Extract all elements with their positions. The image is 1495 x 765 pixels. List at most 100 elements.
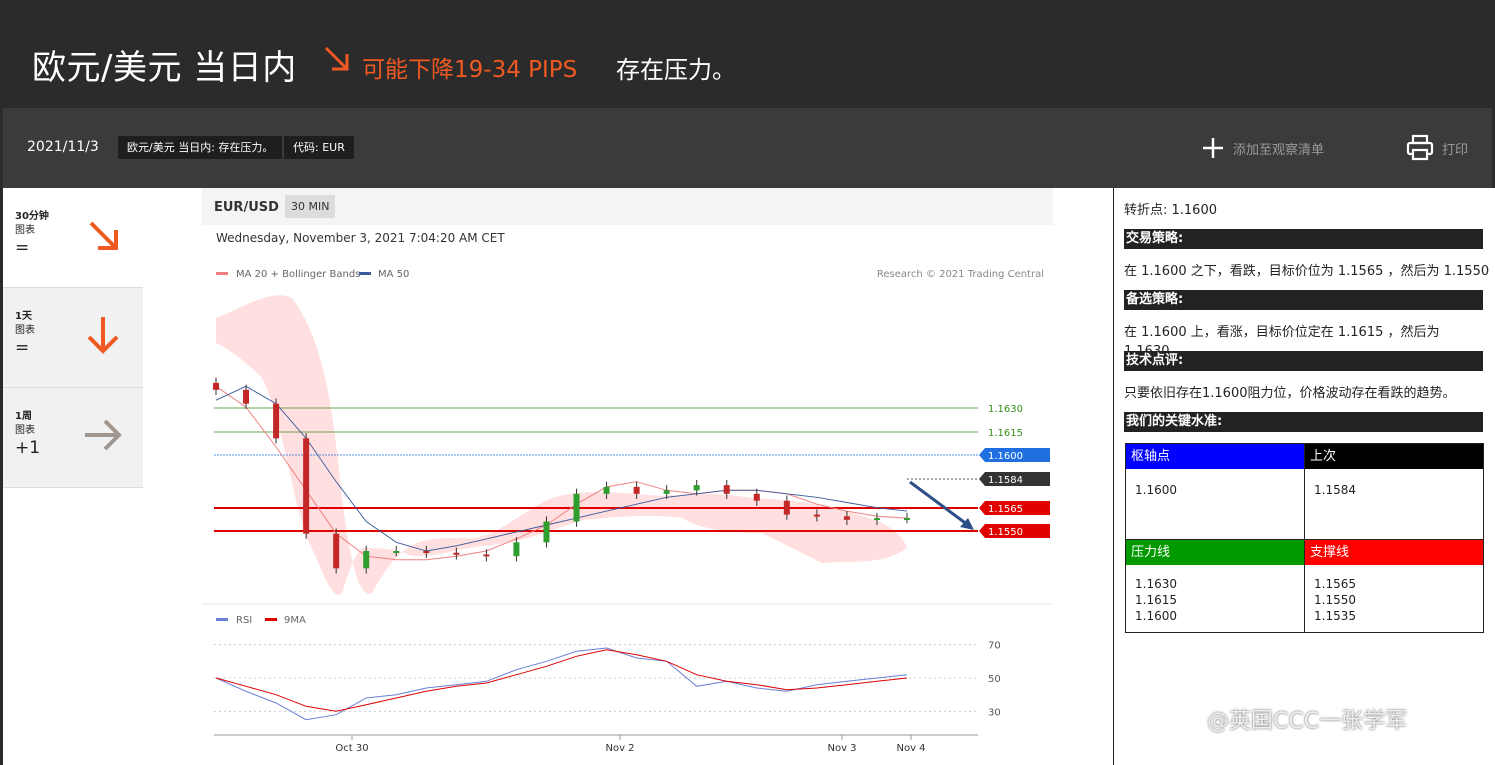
candle-body: [273, 403, 280, 439]
candle-body: [843, 516, 850, 520]
support-value: 1.1535: [1314, 609, 1356, 623]
page-header: 欧元/美元 当日内 可能下降19-34 PIPS 存在压力。: [0, 0, 1495, 108]
x-ticks: Oct 30 Nov 2 Nov 3 Nov 4: [335, 735, 926, 754]
report-date: 2021/11/3: [27, 139, 99, 155]
timeframe-sub: 图表: [15, 425, 35, 436]
watermark: @英国CCC一张学军: [1207, 709, 1408, 734]
candle-body: [783, 500, 790, 515]
timeframe-sub: 图表: [15, 325, 35, 336]
timeframe-1week[interactable]: 1周 图表 +1: [3, 388, 143, 488]
bollinger-band: [216, 295, 907, 595]
x-tick-label: Oct 30: [335, 743, 368, 754]
support-header: 支撑线: [1305, 540, 1483, 565]
add-watchlist-button[interactable]: 添加至观察清单: [1201, 136, 1324, 160]
candle-body: [513, 542, 520, 557]
arrow-down-right-icon: [89, 221, 118, 250]
chart-timeframe-badge[interactable]: 30 MIN: [285, 195, 336, 218]
level-label-1550: 1.1550: [988, 527, 1023, 538]
timeframe-panel: 30分钟 图表 = 1天 图表 = 1周 图表 +1: [3, 188, 202, 765]
timeframe-label: 1周: [15, 411, 32, 422]
candle-body: [813, 514, 820, 517]
candle-body: [904, 518, 910, 521]
resistance-value: 1.1630: [1135, 577, 1177, 591]
toolbar: 2021/11/3 欧元/美元 当日内: 存在压力。 代码: EUR 添加至观察…: [3, 108, 1492, 188]
timeframe-label: 30分钟: [15, 211, 49, 222]
candle-body: [243, 389, 250, 404]
candle-body: [693, 485, 700, 491]
tech-comment-heading: 技术点评:: [1124, 351, 1483, 371]
candle-body: [573, 493, 580, 522]
candle-body: [303, 438, 310, 534]
timeframe-30min[interactable]: 30分钟 图表 =: [3, 188, 143, 288]
analysis-panel: 转折点: 1.1600 交易策略: 在 1.1600 之下，看跌，目标价位为 1…: [1113, 188, 1495, 765]
arrow-down-right-icon: [324, 46, 349, 71]
key-levels-heading: 我们的关键水准:: [1124, 412, 1483, 432]
rsi-ma-legend: 9MA: [284, 615, 306, 626]
candle-body: [333, 533, 340, 569]
rsi-ma-legend-swatch: [265, 618, 277, 621]
support-value: 1.1565: [1314, 577, 1356, 591]
pivot-value: 1.1600: [1135, 483, 1177, 497]
rsi-tick-label: 70: [988, 641, 1001, 652]
support-value: 1.1550: [1314, 593, 1356, 607]
pivot-point-text: 转折点: 1.1600: [1124, 203, 1217, 218]
copyright-label: Research © 2021 Trading Central: [877, 269, 1044, 280]
pivot-header: 枢轴点: [1126, 444, 1304, 469]
timeframe-label: 1天: [15, 311, 32, 322]
chart-panel: EUR/USD 30 MIN Wednesday, November 3, 20…: [202, 188, 1113, 765]
candle-body: [663, 490, 670, 494]
chart-header: EUR/USD 30 MIN: [202, 188, 1053, 225]
x-tick-label: Nov 4: [896, 743, 925, 754]
timeframe-sign: =: [15, 238, 30, 258]
candle-body: [753, 493, 760, 501]
arrow-down-icon: [87, 317, 119, 354]
chart-symbol: EUR/USD: [214, 200, 279, 215]
title-tag[interactable]: 欧元/美元 当日内: 存在压力。: [118, 136, 283, 159]
timeframe-sign: =: [15, 338, 30, 358]
candle-body: [633, 486, 640, 494]
arrow-right-icon: [85, 419, 122, 451]
print-label: 打印: [1442, 142, 1469, 158]
ma50-legend-swatch: [359, 272, 371, 275]
rsi-tick-label: 50: [988, 674, 1001, 685]
resistance-value: 1.1615: [1135, 593, 1177, 607]
ma20-legend: MA 20 + Bollinger Bands: [236, 269, 360, 280]
rsi-ma-line: [215, 649, 908, 712]
rsi-grid: 30 50 70: [214, 641, 1001, 718]
candle-body: [483, 554, 490, 557]
x-tick-label: Nov 2: [605, 743, 634, 754]
level-label-1630: 1.1630: [988, 404, 1023, 415]
price-chart: MA 20 + Bollinger Bands MA 50 Research ©…: [202, 269, 1053, 754]
rsi-legend-swatch: [216, 618, 228, 621]
candle-body: [453, 552, 460, 555]
pressure-text: 存在压力。: [616, 56, 736, 84]
page-title: 欧元/美元 当日内: [32, 48, 297, 88]
plus-icon: [1203, 138, 1223, 158]
candle-body: [873, 518, 880, 521]
forecast-text: 可能下降19-34 PIPS: [362, 57, 578, 83]
level-label-1584: 1.1584: [988, 475, 1023, 486]
key-levels-table: 枢轴点 上次 1.1600 1.1584 压力线 支撑线 1.1630 1.16…: [1125, 443, 1484, 633]
candle-body: [543, 521, 550, 543]
code-tag[interactable]: 代码: EUR: [284, 136, 354, 159]
strategy-heading: 交易策略:: [1124, 229, 1483, 249]
timeframe-1day[interactable]: 1天 图表 =: [3, 288, 143, 388]
level-label-1600: 1.1600: [988, 451, 1023, 462]
forecast-arrow-line: [909, 480, 969, 527]
ma50-legend: MA 50: [378, 269, 409, 280]
alt-strategy-heading: 备选策略:: [1124, 290, 1483, 310]
timeframe-sub: 图表: [15, 225, 35, 236]
candle-body: [603, 486, 610, 494]
level-label-1565: 1.1565: [988, 504, 1023, 515]
ma20-legend-swatch: [216, 272, 228, 275]
last-value: 1.1584: [1314, 483, 1356, 497]
chart-timestamp: Wednesday, November 3, 2021 7:04:20 AM C…: [216, 231, 505, 245]
candle-body: [723, 485, 730, 494]
print-button[interactable]: 打印: [1406, 134, 1468, 162]
last-header: 上次: [1305, 444, 1483, 469]
candle-body: [363, 551, 370, 569]
resistance-value: 1.1600: [1135, 609, 1177, 623]
level-label-1615: 1.1615: [988, 428, 1023, 439]
rsi-series-group: [215, 647, 908, 721]
candle-body: [213, 382, 219, 390]
